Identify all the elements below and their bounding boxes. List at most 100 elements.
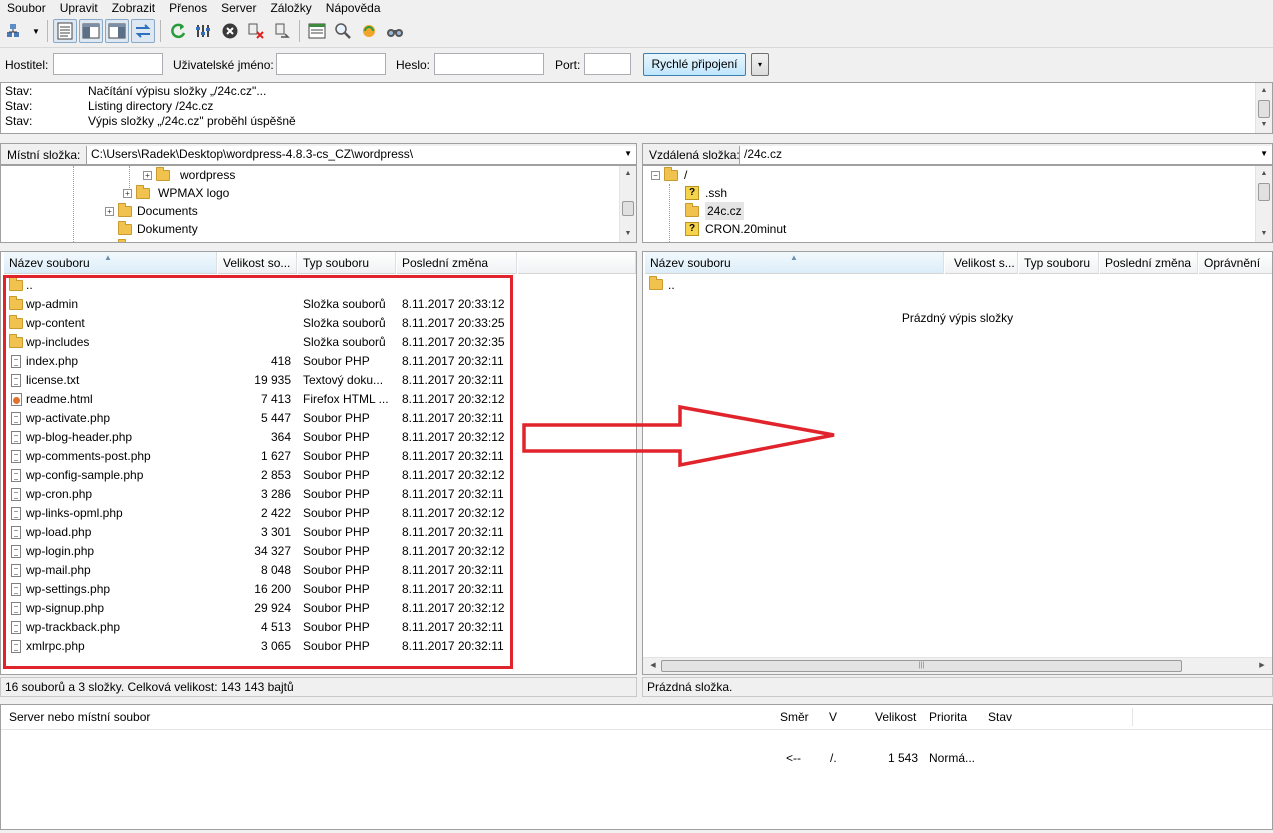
column-size[interactable]: Velikost s... [945,252,1018,274]
chevron-down-icon[interactable]: ▼ [1260,149,1268,158]
process-queue-icon[interactable] [192,19,216,43]
toggle-log-icon[interactable] [53,19,77,43]
expand-icon[interactable]: + [105,206,114,216]
search-icon[interactable] [383,19,407,43]
expand-icon[interactable]: + [143,170,152,180]
transfer-queue[interactable]: Server nebo místní soubor Směr V Velikos… [0,704,1273,830]
scroll-up-icon[interactable]: ▲ [1256,166,1272,182]
tree-item-wpmax-logo[interactable]: + WPMAX logo [123,184,229,202]
tree-item-root[interactable]: − / [651,166,687,184]
local-tree[interactable]: + wordpress + WPMAX logo + Documents Dok… [0,165,637,243]
column-label: Název souboru [650,256,731,270]
menu-zalozky[interactable]: Záložky [263,0,318,16]
tree-item-label: / [684,168,688,182]
tree-item-cron[interactable]: ? CRON.20minut [685,220,786,238]
scroll-thumb[interactable] [1258,183,1270,201]
column-empty [518,252,636,274]
password-input[interactable] [434,53,544,75]
reconnect-icon[interactable] [270,19,294,43]
site-manager-icon[interactable] [4,19,28,43]
scroll-up-icon[interactable]: ▲ [620,166,636,182]
directory-filter-icon[interactable] [305,19,329,43]
local-path-input[interactable]: C:\Users\Radek\Desktop\wordpress-4.8.3-c… [86,146,636,164]
scroll-down-icon[interactable]: ▼ [1256,117,1272,133]
remote-tree[interactable]: − / ? .ssh 24c.cz ? CRON.20minut ▲ ▼ [642,165,1273,243]
tree-item-label: CRON.20minut [705,222,787,236]
annotation-highlight-box [3,275,513,669]
toggle-local-tree-icon[interactable] [79,19,103,43]
scroll-down-icon[interactable]: ▼ [1256,226,1272,242]
compare-icon[interactable] [331,19,355,43]
remote-path-input[interactable]: /24c.cz [739,146,1272,164]
queue-column-priority[interactable]: Priorita [929,705,968,729]
remote-tree-scrollbar[interactable]: ▲ ▼ [1255,166,1272,242]
folder-icon [664,166,678,181]
toolbar-separator [299,20,300,42]
column-modified[interactable]: Poslední změna [1100,252,1198,274]
column-permissions[interactable]: Oprávnění [1199,252,1272,274]
scroll-thumb[interactable] [1258,100,1270,118]
remote-hscrollbar[interactable]: ◀ ||| ▶ [643,657,1272,674]
username-label: Uživatelské jméno: [173,58,274,72]
toggle-remote-tree-icon[interactable] [105,19,129,43]
scroll-thumb[interactable] [622,201,634,216]
host-label: Hostitel: [5,58,49,72]
collapse-icon[interactable]: − [651,170,660,180]
tree-item-label: WPMAX logo [158,186,230,200]
menu-zobrazit[interactable]: Zobrazit [105,0,162,16]
quickconnect-button[interactable]: Rychlé připojení [643,53,746,76]
chevron-down-icon[interactable]: ▼ [624,149,632,158]
disconnect-icon[interactable] [244,19,268,43]
scroll-right-icon[interactable]: ▶ [1254,658,1270,674]
column-label: Poslední změna [1105,256,1192,270]
tree-item-documents[interactable]: + Documents [105,202,198,220]
tree-item-ssh[interactable]: ? .ssh [685,184,727,202]
column-type[interactable]: Typ souboru [1019,252,1099,274]
quickconnect-dropdown[interactable]: ▾ [751,53,769,76]
sync-browse-icon[interactable] [357,19,381,43]
menu-server[interactable]: Server [214,0,263,16]
column-modified[interactable]: Poslední změna [397,252,517,274]
refresh-icon[interactable] [166,19,190,43]
log-key: Stav: [5,99,33,113]
scroll-thumb[interactable]: ||| [661,660,1182,672]
remote-status: Prázdná složka. [642,677,1273,697]
empty-list-message: Prázdný výpis složky [901,311,1014,325]
scroll-down-icon[interactable]: ▼ [620,226,636,242]
queue-column-status[interactable]: Stav [988,705,1013,729]
queue-column-remote[interactable]: V [829,705,838,729]
expand-icon[interactable]: + [123,188,132,198]
port-input[interactable] [584,53,631,75]
queue-column-file[interactable]: Server nebo místní soubor [9,705,151,729]
column-name[interactable]: ▲ Název souboru [4,252,217,274]
dropdown-arrow-icon[interactable]: ▼ [30,19,42,43]
local-status: 16 souborů a 3 složky. Celková velikost:… [0,677,637,697]
toolbar-separator [160,20,161,42]
tree-item-dokumenty[interactable]: Dokumenty [118,220,198,238]
message-log[interactable]: Stav: Načítání výpisu složky „/24c.cz"...… [0,82,1273,134]
log-scrollbar[interactable]: ▲ ▼ [1255,83,1272,133]
cancel-icon[interactable] [218,19,242,43]
scroll-left-icon[interactable]: ◀ [645,658,661,674]
queue-priority: Normá... [929,751,976,765]
queue-column-direction[interactable]: Směr [780,705,809,729]
menu-soubor[interactable]: Soubor [0,0,53,16]
toggle-queue-icon[interactable] [131,19,155,43]
column-type[interactable]: Typ souboru [298,252,396,274]
tree-item-wordpress[interactable]: + wordpress [143,166,235,184]
queue-column-size[interactable]: Velikost [875,705,917,729]
local-tree-scrollbar[interactable]: ▲ ▼ [619,166,636,242]
menu-napoveda[interactable]: Nápověda [319,0,388,16]
sort-ascending-icon: ▲ [104,253,112,262]
host-input[interactable] [53,53,163,75]
tree-item-label: Dokumenty [137,222,198,236]
username-input[interactable] [276,53,386,75]
scroll-up-icon[interactable]: ▲ [1256,83,1272,99]
column-name[interactable]: ▲ Název souboru [645,252,944,274]
column-size[interactable]: Velikost so... [218,252,297,274]
menu-upravit[interactable]: Upravit [53,0,105,16]
column-label: Typ souboru [1024,256,1091,270]
menu-prenos[interactable]: Přenos [162,0,214,16]
tree-item-24c-cz[interactable]: 24c.cz [685,202,744,220]
tree-item-label: 24c.cz [705,202,744,220]
